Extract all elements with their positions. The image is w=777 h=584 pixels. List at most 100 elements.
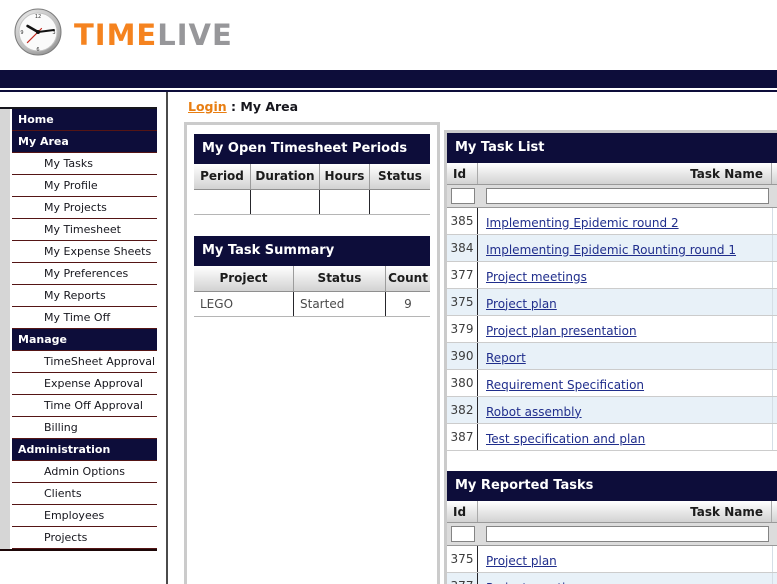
task-link[interactable]: Implementing Epidemic round 2 <box>486 216 679 230</box>
task-row: 385 Implementing Epidemic round 2 <box>447 208 777 235</box>
svg-text:12: 12 <box>35 14 41 20</box>
task-name-cell: Report <box>478 347 772 366</box>
task-name-filter-input[interactable] <box>486 188 769 204</box>
task-link[interactable]: Project plan <box>486 554 557 568</box>
task-row: 377 Project meetings <box>447 573 777 584</box>
task-extra-cell <box>772 546 777 572</box>
sidebar-item-my-expense-sheets[interactable]: My Expense Sheets <box>12 241 157 263</box>
my-task-list-title: My Task List <box>447 133 777 163</box>
sidebar-item-expense-approval[interactable]: Expense Approval <box>12 373 157 395</box>
grid-body: 385 Implementing Epidemic round 2 384 Imple… <box>447 208 777 451</box>
task-row: 390 Report <box>447 343 777 370</box>
table-cell: LEGO <box>194 292 294 316</box>
task-summary-title: My Task Summary <box>194 236 430 266</box>
column-header-task-name: Task Name <box>478 501 772 522</box>
task-name-cell: Project meetings <box>478 266 772 285</box>
sidebar-item-timesheet-approval[interactable]: TimeSheet Approval <box>12 351 157 373</box>
table-cell <box>194 190 251 214</box>
column-header-period: Period <box>194 164 251 189</box>
sidebar-item-billing[interactable]: Billing <box>12 417 157 439</box>
task-id-cell: 377 <box>447 573 478 584</box>
sidebar-item-my-projects[interactable]: My Projects <box>12 197 157 219</box>
column-header-hours: Hours <box>320 164 370 189</box>
my-reported-tasks-table: My Reported Tasks Id Task Name 375 Projec… <box>447 471 777 584</box>
sidebar-item-my-tasks[interactable]: My Tasks <box>12 153 157 175</box>
task-id-cell: 382 <box>447 397 478 423</box>
task-name-cell: Project plan <box>478 293 772 312</box>
sidebar-section-administration[interactable]: Administration <box>12 439 157 461</box>
column-header-extra <box>772 501 777 522</box>
column-header-task-name: Task Name <box>478 163 772 184</box>
sidebar-left-strip <box>0 108 10 549</box>
task-id-cell: 387 <box>447 424 478 450</box>
sidebar-item-my-time-off[interactable]: My Time Off <box>12 307 157 329</box>
sidebar-item-employees[interactable]: Employees <box>12 505 157 527</box>
task-id-cell: 377 <box>447 262 478 288</box>
sidebar-item-my-reports[interactable]: My Reports <box>12 285 157 307</box>
table-body: LEGO Started 9 <box>194 292 430 317</box>
sidebar-section-home[interactable]: Home <box>12 109 157 131</box>
task-link[interactable]: Project plan presentation <box>486 324 637 338</box>
content-vertical-divider <box>166 92 168 584</box>
sidebar-item-time-off-approval[interactable]: Time Off Approval <box>12 395 157 417</box>
sidebar-bottom-divider <box>0 549 157 551</box>
task-link[interactable]: Report <box>486 351 526 365</box>
task-id-cell: 384 <box>447 235 478 261</box>
sidebar-item-my-timesheet[interactable]: My Timesheet <box>12 219 157 241</box>
sidebar-item-clients[interactable]: Clients <box>12 483 157 505</box>
task-link[interactable]: Project meetings <box>486 581 587 584</box>
task-extra-cell <box>772 208 777 234</box>
table-header-row: Project Status Count <box>194 266 430 292</box>
task-extra-cell <box>772 573 777 584</box>
task-name-cell: Implementing Epidemic Rounting round 1 <box>478 239 772 258</box>
task-id-cell: 379 <box>447 316 478 342</box>
task-link[interactable]: Project meetings <box>486 270 587 284</box>
timelive-page: 12 3 6 9 TIMELIVE Home My Area My Tasks My … <box>0 0 777 584</box>
sidebar-menu: Home My Area My Tasks My Profile My Projects… <box>12 109 157 549</box>
sidebar-item-projects[interactable]: Projects <box>12 527 157 549</box>
task-extra-cell <box>772 370 777 396</box>
table-cell <box>320 190 370 214</box>
grid-header-row: Id Task Name <box>447 501 777 523</box>
sidebar-item-my-profile[interactable]: My Profile <box>12 175 157 197</box>
task-row: 384 Implementing Epidemic Rounting round … <box>447 235 777 262</box>
task-extra-cell <box>772 343 777 369</box>
task-name-filter-input[interactable] <box>486 526 769 542</box>
id-filter-input[interactable] <box>451 188 475 204</box>
task-name-cell: Requirement Specification <box>478 374 772 393</box>
sidebar-section-manage[interactable]: Manage <box>12 329 157 351</box>
task-row: 375 Project plan <box>447 546 777 573</box>
table-body <box>194 190 430 215</box>
task-extra-cell <box>772 424 777 450</box>
svg-text:9: 9 <box>20 30 23 36</box>
task-extra-cell <box>772 262 777 288</box>
table-cell: Started <box>294 292 386 316</box>
column-header-status: Status <box>378 169 422 183</box>
login-link[interactable]: Login <box>188 99 227 114</box>
task-id-cell: 385 <box>447 208 478 234</box>
task-link[interactable]: Robot assembly <box>486 405 582 419</box>
task-link[interactable]: Implementing Epidemic Rounting round 1 <box>486 243 736 257</box>
task-link[interactable]: Requirement Specification <box>486 378 644 392</box>
task-name-cell: Test specification and plan <box>478 428 772 447</box>
sidebar-item-my-preferences[interactable]: My Preferences <box>12 263 157 285</box>
clock-logo-icon: 12 3 6 9 <box>14 8 62 56</box>
task-extra-cell <box>772 289 777 315</box>
brand-time-text: TIME <box>74 18 158 52</box>
svg-text:6: 6 <box>36 47 39 53</box>
task-extra-cell <box>772 397 777 423</box>
table-row: LEGO Started 9 <box>194 292 430 317</box>
task-link[interactable]: Test specification and plan <box>486 432 645 446</box>
task-link[interactable]: Project plan <box>486 297 557 311</box>
sidebar-item-admin-options[interactable]: Admin Options <box>12 461 157 483</box>
task-extra-cell <box>772 235 777 261</box>
task-id-cell: 375 <box>447 546 478 572</box>
task-id-cell: 375 <box>447 289 478 315</box>
summary-panel: My Open Timesheet Periods Period Duratio… <box>184 122 440 584</box>
sidebar-section-my-area[interactable]: My Area <box>12 131 157 153</box>
table-cell <box>251 190 320 214</box>
task-id-cell: 390 <box>447 343 478 369</box>
table-cell <box>370 190 430 214</box>
column-header-status: Status <box>294 266 386 291</box>
id-filter-input[interactable] <box>451 526 475 542</box>
